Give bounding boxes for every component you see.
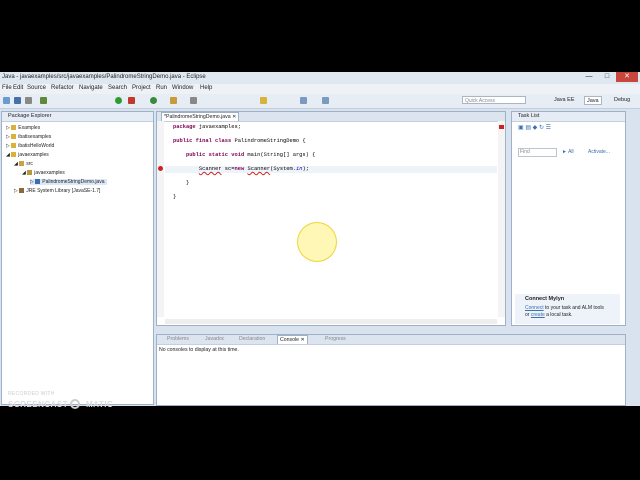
error-overview-icon <box>499 125 504 129</box>
package-explorer-title: Package Explorer <box>8 113 52 119</box>
tree-item-ibatishelloworld[interactable]: ▷ ibatisHelloWorld <box>6 143 54 149</box>
filter-all-link[interactable]: ► All <box>562 149 574 155</box>
window-title: Java - javaexamples/src/javaexamples/Pal… <box>2 74 206 80</box>
tab-problems[interactable]: Problems <box>165 335 191 344</box>
watermark-line1: RECORDED WITH <box>8 391 55 397</box>
code-line: public static void main(String[] args) { <box>185 152 316 158</box>
menu-bar: File Edit Source Refactor Navigate Searc… <box>0 84 640 94</box>
close-icon[interactable]: ✕ <box>232 114 236 120</box>
mylyn-text-1: Connect to your task and ALM tools <box>525 305 604 311</box>
forward-icon[interactable] <box>322 97 329 104</box>
editor-ruler <box>157 121 164 317</box>
tree-item-jre[interactable]: ▷ JRE System Library [JavaSE-1.7] <box>14 188 100 194</box>
perspective-java[interactable]: Java <box>584 96 602 105</box>
run-icon[interactable] <box>115 97 122 104</box>
menu-project[interactable]: Project <box>132 85 151 91</box>
watermark-line2: SCREENCAST <box>8 400 69 409</box>
connect-link[interactable]: Connect <box>525 305 544 311</box>
project-icon <box>11 125 17 131</box>
minimize-button[interactable]: — <box>580 72 598 82</box>
menu-refactor[interactable]: Refactor <box>51 85 74 91</box>
maximize-button[interactable]: □ <box>598 72 616 82</box>
code-line[interactable]: Scanner sc=new Scanner(System.in); <box>173 166 309 172</box>
error-marker-icon <box>158 166 163 171</box>
open-type-icon[interactable] <box>170 97 177 104</box>
bottom-panel: Problems Javadoc Declaration Console ✕ P… <box>156 334 626 406</box>
task-list-title: Task List <box>518 113 540 119</box>
code-line: } <box>173 194 177 200</box>
close-icon[interactable]: ✕ <box>301 337 305 343</box>
horizontal-scrollbar[interactable] <box>165 319 497 324</box>
mylyn-title: Connect Mylyn <box>525 296 565 302</box>
quick-access-input[interactable]: Quick Access <box>462 96 526 104</box>
tab-progress[interactable]: Progress <box>323 335 348 344</box>
eclipse-window: Java - javaexamples/src/javaexamples/Pal… <box>0 72 640 406</box>
project-icon <box>11 134 17 140</box>
perspective-debug[interactable]: Debug <box>612 96 632 105</box>
menu-file[interactable]: File <box>2 85 12 91</box>
mouse-cursor-highlight <box>297 222 337 262</box>
tree-item-package[interactable]: ◢ javaexamples <box>22 170 65 176</box>
tree-item-src[interactable]: ◢ src <box>14 161 33 167</box>
task-list-panel: Task List ▣ ▤ ◆ ↻ ☰ Find ► All Activate.… <box>511 111 626 326</box>
project-icon <box>11 152 17 158</box>
connect-mylyn-box: Connect Mylyn Connect to your task and A… <box>515 294 620 324</box>
code-line: } <box>173 180 190 186</box>
watermark-line3: MATIC <box>86 400 114 409</box>
overview-ruler <box>498 121 505 317</box>
save-icon[interactable] <box>14 97 21 104</box>
menu-source[interactable]: Source <box>27 85 46 91</box>
tree-item-examples[interactable]: ▷ Examples <box>6 125 40 131</box>
close-button[interactable]: ✕ <box>616 72 638 82</box>
library-icon <box>19 188 25 194</box>
perspective-java-ee[interactable]: Java EE <box>552 96 576 105</box>
back-icon[interactable] <box>300 97 307 104</box>
java-file-icon <box>35 179 41 185</box>
package-explorer-panel: Package Explorer ▷ Examples ▷ ibatisexam… <box>1 111 154 405</box>
menu-edit[interactable]: Edit <box>13 85 23 91</box>
search-icon[interactable] <box>190 97 197 104</box>
editor-panel: *PalindromeStringDemo.java ✕ package jav… <box>156 111 506 326</box>
package-icon <box>27 170 33 176</box>
tab-javadoc[interactable]: Javadoc <box>203 335 226 344</box>
next-annotation-icon[interactable] <box>260 97 267 104</box>
source-folder-icon <box>19 161 25 167</box>
menu-navigate[interactable]: Navigate <box>79 85 103 91</box>
project-icon <box>11 143 17 149</box>
mylyn-text-2: or create a local task. <box>525 312 573 318</box>
screencast-logo-icon <box>70 399 80 409</box>
menu-help[interactable]: Help <box>200 85 212 91</box>
tab-console[interactable]: Console ✕ <box>277 335 308 344</box>
code-line: public final class PalindromeStringDemo … <box>173 138 306 144</box>
debug-icon[interactable] <box>40 97 47 104</box>
main-toolbar <box>0 94 640 109</box>
tab-declaration[interactable]: Declaration <box>237 335 267 344</box>
code-line: package javaexamples; <box>173 124 241 130</box>
console-message: No consoles to display at this time. <box>159 347 239 353</box>
create-link[interactable]: create <box>531 312 545 318</box>
print-icon[interactable] <box>25 97 32 104</box>
menu-run[interactable]: Run <box>156 85 167 91</box>
menu-search[interactable]: Search <box>108 85 127 91</box>
new-class-icon[interactable] <box>150 97 157 104</box>
task-list-toolbar: ▣ ▤ ◆ ↻ ☰ <box>518 125 552 131</box>
tree-item-java-file[interactable]: ▷ PalindromeStringDemo.java <box>30 179 107 185</box>
menu-window[interactable]: Window <box>172 85 193 91</box>
tab-palindrome-java[interactable]: *PalindromeStringDemo.java ✕ <box>161 112 240 121</box>
tree-item-ibatisexamples[interactable]: ▷ ibatisexamples <box>6 134 51 140</box>
external-tools-icon[interactable] <box>128 97 135 104</box>
new-icon[interactable] <box>3 97 10 104</box>
activate-link[interactable]: Activate... <box>588 149 610 155</box>
tree-item-javaexamples[interactable]: ◢ javaexamples <box>6 152 49 158</box>
find-input[interactable]: Find <box>518 148 557 157</box>
